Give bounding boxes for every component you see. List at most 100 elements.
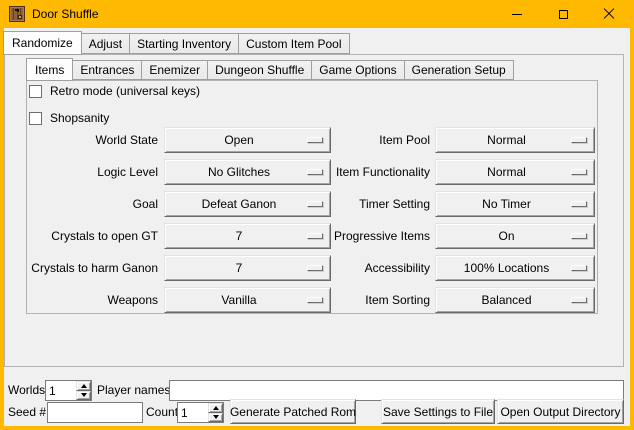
item-functionality-value: Normal xyxy=(436,165,571,179)
weapons-label: Weapons xyxy=(20,287,158,313)
tab-starting-inventory[interactable]: Starting Inventory xyxy=(129,33,239,54)
dropdown-indicator-icon xyxy=(307,169,323,175)
spin-down-button[interactable] xyxy=(76,391,91,401)
dropdown-indicator-icon xyxy=(307,265,323,271)
tab-enemizer[interactable]: Enemizer xyxy=(141,60,208,80)
tab-items[interactable]: Items xyxy=(26,58,73,81)
sub-tabbar: Items Entrances Enemizer Dungeon Shuffle… xyxy=(26,57,514,80)
tab-dungeon-shuffle[interactable]: Dungeon Shuffle xyxy=(207,60,312,80)
spin-up-button[interactable] xyxy=(208,403,223,413)
dropdown-indicator-icon xyxy=(571,169,587,175)
goal-value: Defeat Ganon xyxy=(165,197,307,211)
dropdown-indicator-icon xyxy=(307,233,323,239)
weapons-value: Vanilla xyxy=(165,293,307,307)
retro-mode-label: Retro mode (universal keys) xyxy=(50,84,200,98)
item-sorting-value: Balanced xyxy=(436,293,571,307)
world-state-label: World State xyxy=(20,127,158,153)
item-pool-label: Item Pool xyxy=(325,127,430,153)
minimize-button[interactable] xyxy=(494,0,540,28)
item-pool-value: Normal xyxy=(436,133,571,147)
spinner-up-icon xyxy=(213,406,219,410)
dropdown-indicator-icon xyxy=(307,297,323,303)
dropdown-indicator-icon xyxy=(307,137,323,143)
item-sorting-dropdown[interactable]: Balanced xyxy=(435,287,595,313)
dropdown-indicator-icon xyxy=(307,201,323,207)
timer-setting-label: Timer Setting xyxy=(325,191,430,217)
dropdown-indicator-icon xyxy=(571,233,587,239)
crystals-ganon-label: Crystals to harm Ganon xyxy=(20,255,158,281)
item-functionality-dropdown[interactable]: Normal xyxy=(435,159,595,185)
tab-randomize[interactable]: Randomize xyxy=(3,31,82,55)
spinner-up-icon xyxy=(81,384,87,388)
shopsanity-label: Shopsanity xyxy=(50,111,109,125)
dropdown-indicator-icon xyxy=(571,265,587,271)
count-spinner[interactable] xyxy=(177,402,224,423)
tab-custom-item-pool[interactable]: Custom Item Pool xyxy=(238,33,349,54)
spinner-down-icon xyxy=(81,393,87,397)
accessibility-label: Accessibility xyxy=(325,255,430,281)
worlds-label: Worlds xyxy=(8,380,45,401)
crystals-ganon-value: 7 xyxy=(165,261,307,275)
tab-generation-setup[interactable]: Generation Setup xyxy=(404,60,514,80)
goal-label: Goal xyxy=(20,191,158,217)
close-button[interactable] xyxy=(586,0,632,28)
door-icon xyxy=(9,6,25,22)
worlds-spinner[interactable] xyxy=(45,380,92,401)
goal-dropdown[interactable]: Defeat Ganon xyxy=(164,191,331,217)
item-pool-dropdown[interactable]: Normal xyxy=(435,127,595,153)
tab-game-options[interactable]: Game Options xyxy=(311,60,404,80)
logic-level-dropdown[interactable]: No Glitches xyxy=(164,159,331,185)
window-controls xyxy=(494,0,632,28)
count-label: Count xyxy=(146,402,178,423)
close-icon xyxy=(603,8,615,20)
save-settings-button[interactable]: Save Settings to File xyxy=(381,399,495,424)
item-sorting-label: Item Sorting xyxy=(325,287,430,313)
app-window: Door Shuffle Randomize Adjust Starting I… xyxy=(0,0,634,430)
timer-setting-dropdown[interactable]: No Timer xyxy=(435,191,595,217)
player-names-input[interactable] xyxy=(169,380,624,401)
spinner-down-icon xyxy=(213,415,219,419)
generate-patched-rom-button[interactable]: Generate Patched Rom xyxy=(230,399,356,424)
tab-entrances[interactable]: Entrances xyxy=(72,60,142,80)
worlds-input[interactable] xyxy=(46,381,76,400)
seed-label: Seed # xyxy=(8,402,46,423)
progressive-items-label: Progressive Items xyxy=(325,223,430,249)
dropdown-indicator-icon xyxy=(571,297,587,303)
shopsanity-checkbox[interactable] xyxy=(29,112,42,125)
retro-mode-row: Retro mode (universal keys) xyxy=(29,84,200,98)
spin-up-button[interactable] xyxy=(76,381,91,391)
seed-input[interactable] xyxy=(47,402,143,423)
shopsanity-row: Shopsanity xyxy=(29,111,109,125)
accessibility-value: 100% Locations xyxy=(436,261,571,275)
maximize-icon xyxy=(559,10,568,19)
timer-setting-value: No Timer xyxy=(436,197,571,211)
minimize-icon xyxy=(512,14,522,15)
dropdown-indicator-icon xyxy=(571,201,587,207)
spin-down-button[interactable] xyxy=(208,413,223,423)
crystals-gt-dropdown[interactable]: 7 xyxy=(164,223,331,249)
crystals-gt-label: Crystals to open GT xyxy=(20,223,158,249)
count-spin-buttons xyxy=(208,403,223,422)
count-input[interactable] xyxy=(178,403,208,422)
maximize-button[interactable] xyxy=(540,0,586,28)
dropdown-indicator-icon xyxy=(571,137,587,143)
world-state-value: Open xyxy=(165,133,307,147)
tab-adjust[interactable]: Adjust xyxy=(81,33,130,54)
worlds-spin-buttons xyxy=(76,381,91,400)
window-title: Door Shuffle xyxy=(32,7,99,21)
titlebar[interactable]: Door Shuffle xyxy=(0,0,634,28)
weapons-dropdown[interactable]: Vanilla xyxy=(164,287,331,313)
logic-level-value: No Glitches xyxy=(165,165,307,179)
progressive-items-dropdown[interactable]: On xyxy=(435,223,595,249)
accessibility-dropdown[interactable]: 100% Locations xyxy=(435,255,595,281)
world-state-dropdown[interactable]: Open xyxy=(164,127,331,153)
main-tabbar: Randomize Adjust Starting Inventory Cust… xyxy=(3,30,350,54)
player-names-label: Player names xyxy=(97,380,170,401)
crystals-gt-value: 7 xyxy=(165,229,307,243)
crystals-ganon-dropdown[interactable]: 7 xyxy=(164,255,331,281)
logic-level-label: Logic Level xyxy=(20,159,158,185)
progressive-items-value: On xyxy=(436,229,571,243)
item-functionality-label: Item Functionality xyxy=(325,159,430,185)
retro-mode-checkbox[interactable] xyxy=(29,85,42,98)
open-output-directory-button[interactable]: Open Output Directory xyxy=(497,399,624,424)
